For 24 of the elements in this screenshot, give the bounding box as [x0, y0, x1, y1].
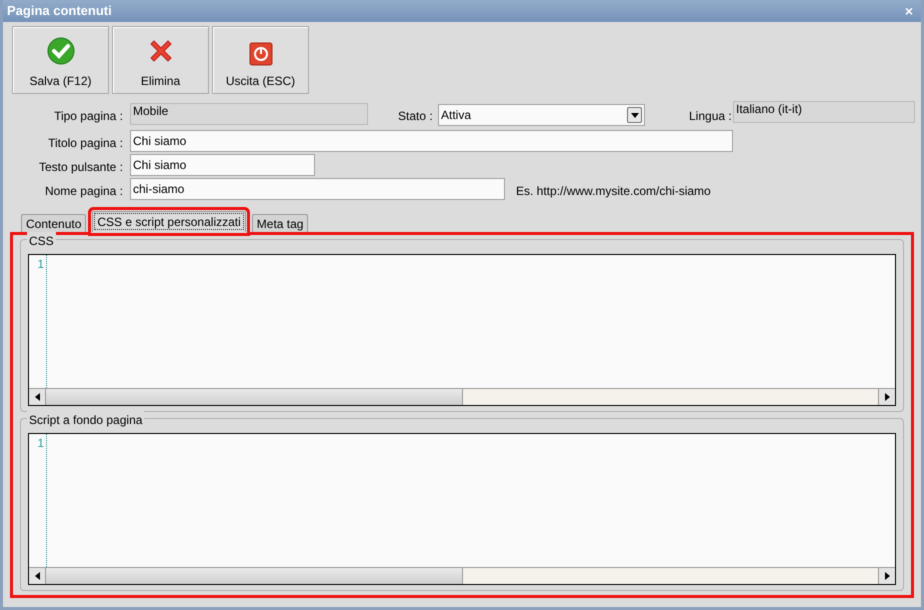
field-label: Testo pulsante : [38, 159, 123, 176]
input-field[interactable]: Chi siamo [130, 154, 315, 176]
line-number: 1 [37, 435, 44, 451]
window-title: Pagina contenuti [7, 2, 112, 20]
group-title: Script a fondo pagina [27, 411, 144, 429]
input-field[interactable]: chi-siamo [130, 178, 505, 200]
input-field: Mobile [130, 103, 368, 125]
check-icon [46, 36, 76, 66]
field-label: Nome pagina : [44, 183, 123, 200]
field-label: Es. http://www.mysite.com/chi-siamo [516, 183, 711, 200]
toolbar-button[interactable]: Elimina [112, 26, 209, 94]
field-label: Stato : [398, 108, 433, 125]
field-label: Tipo pagina : [53, 108, 123, 125]
tab[interactable]: Meta tag [252, 214, 308, 232]
toolbar-button[interactable]: Salva (F12) [12, 26, 109, 94]
toolbar-button[interactable]: Uscita (ESC) [212, 26, 309, 94]
input-field: Italiano (it-it) [733, 101, 915, 123]
line-number: 1 [37, 256, 44, 272]
status-dropdown[interactable]: Attiva [438, 104, 645, 126]
field-label: Lingua : [689, 108, 732, 125]
input-field[interactable]: Chi siamo [130, 130, 733, 152]
power-icon [248, 42, 272, 66]
field-label: Titolo pagina : [47, 135, 123, 152]
tab[interactable]: Contenuto [21, 214, 86, 232]
